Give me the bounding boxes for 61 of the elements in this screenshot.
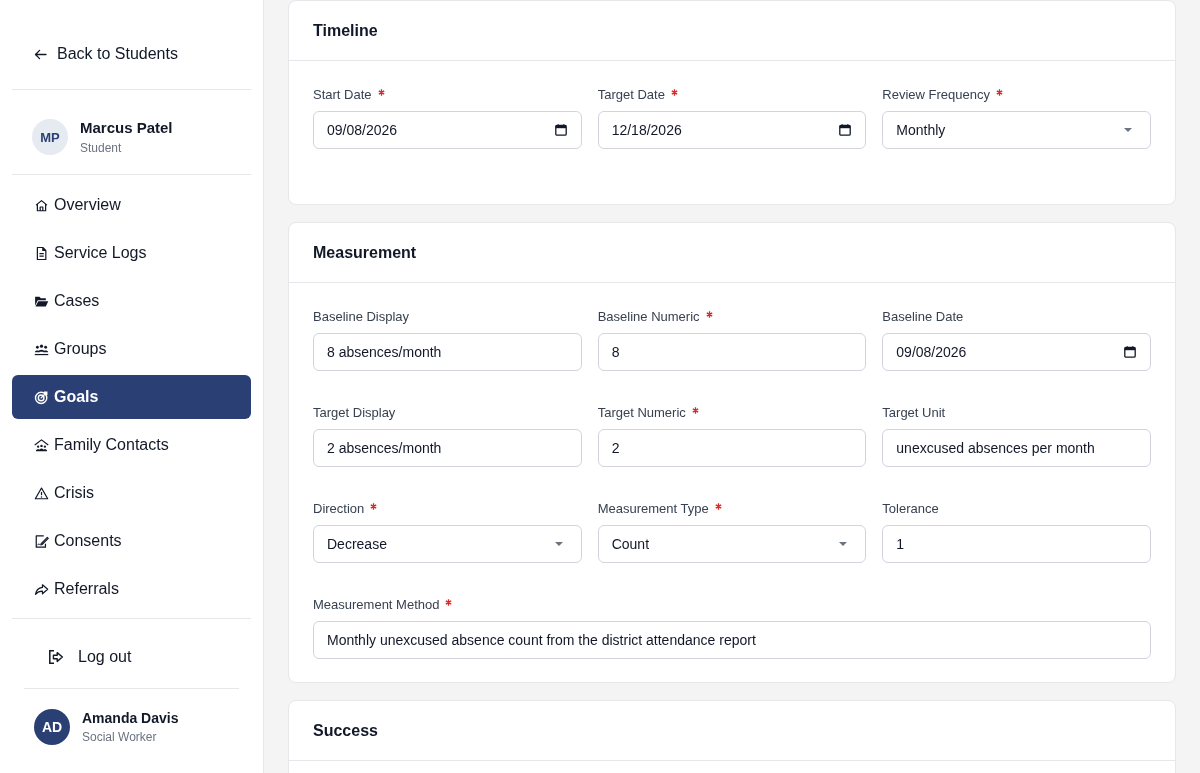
caret-down-icon (1124, 128, 1132, 132)
calendar-icon (554, 124, 567, 136)
text-field[interactable]: 2 absences/month (313, 429, 582, 467)
section-title: Measurement (313, 243, 417, 262)
date-field[interactable]: 12/18/2026 (597, 111, 867, 149)
nav-item[interactable]: Goals (12, 375, 251, 419)
student-avatar: MP (32, 119, 68, 155)
text-field[interactable]: 8 (597, 333, 867, 371)
user-avatar: AD (34, 709, 70, 745)
date-field[interactable]: 09/08/2026 (313, 111, 582, 149)
field-label: Target Unit (882, 404, 946, 420)
logout-icon (48, 649, 64, 665)
section-title: Timeline (313, 21, 378, 40)
nav-item[interactable]: Crisis (12, 471, 251, 515)
nav-item[interactable]: Cases (12, 279, 251, 323)
document-pen-icon (34, 533, 49, 549)
family-house-icon (34, 437, 49, 453)
field-label: Target Date (597, 86, 665, 102)
field-label: Review Frequency (882, 86, 990, 102)
user-role: Social Worker (82, 729, 158, 745)
nav-item[interactable]: Family Contacts (12, 423, 251, 467)
text-field[interactable]: Monthly unexcused absence count from the district attendance report (313, 621, 1151, 659)
select-field[interactable]: Count (597, 525, 867, 563)
field-label: Measurement Method (313, 596, 440, 612)
warning-icon (34, 485, 49, 501)
forward-arrow-icon (34, 581, 49, 597)
target-icon (34, 389, 49, 405)
text-field[interactable]: 8 absences/month (313, 333, 582, 371)
back-arrow-icon (34, 48, 47, 60)
back-link[interactable]: Back to Students (34, 40, 178, 68)
field-label: Baseline Date (882, 308, 964, 324)
section-title: Success (313, 721, 378, 740)
text-field[interactable]: 1 (882, 525, 1151, 563)
date-field[interactable]: 09/08/2026 (882, 333, 1151, 371)
field-label: Direction (313, 500, 365, 516)
nav-item[interactable]: Groups (12, 327, 251, 371)
field-label: Measurement Type (597, 500, 709, 516)
text-field[interactable]: unexcused absences per month (882, 429, 1151, 467)
text-field[interactable]: 2 (597, 429, 867, 467)
field-label: Baseline Display (313, 308, 410, 324)
calendar-icon (839, 124, 852, 136)
nav-item[interactable]: Overview (12, 183, 251, 227)
select-field[interactable]: Monthly (882, 111, 1151, 149)
nav-item[interactable]: Service Logs (12, 231, 251, 275)
caret-down-icon (554, 542, 563, 546)
nav-item[interactable]: Consents (12, 519, 251, 563)
select-field[interactable]: Decrease (313, 525, 582, 563)
caret-down-icon (839, 542, 848, 546)
field-label: Tolerance (882, 500, 939, 516)
field-label: Target Display (313, 404, 396, 420)
calendar-icon (1124, 346, 1136, 358)
user-name: Amanda Davis (82, 709, 179, 727)
field-label: Baseline Numeric (597, 308, 700, 324)
document-icon (34, 245, 49, 261)
nav-item[interactable]: Referrals (12, 567, 251, 611)
student-name: Marcus Patel (80, 118, 173, 138)
field-label: Start Date (313, 86, 372, 102)
logout-button[interactable]: Log out (36, 643, 144, 671)
field-label: Target Numeric (597, 404, 686, 420)
student-role: Student (80, 140, 123, 156)
house-icon (34, 197, 49, 213)
